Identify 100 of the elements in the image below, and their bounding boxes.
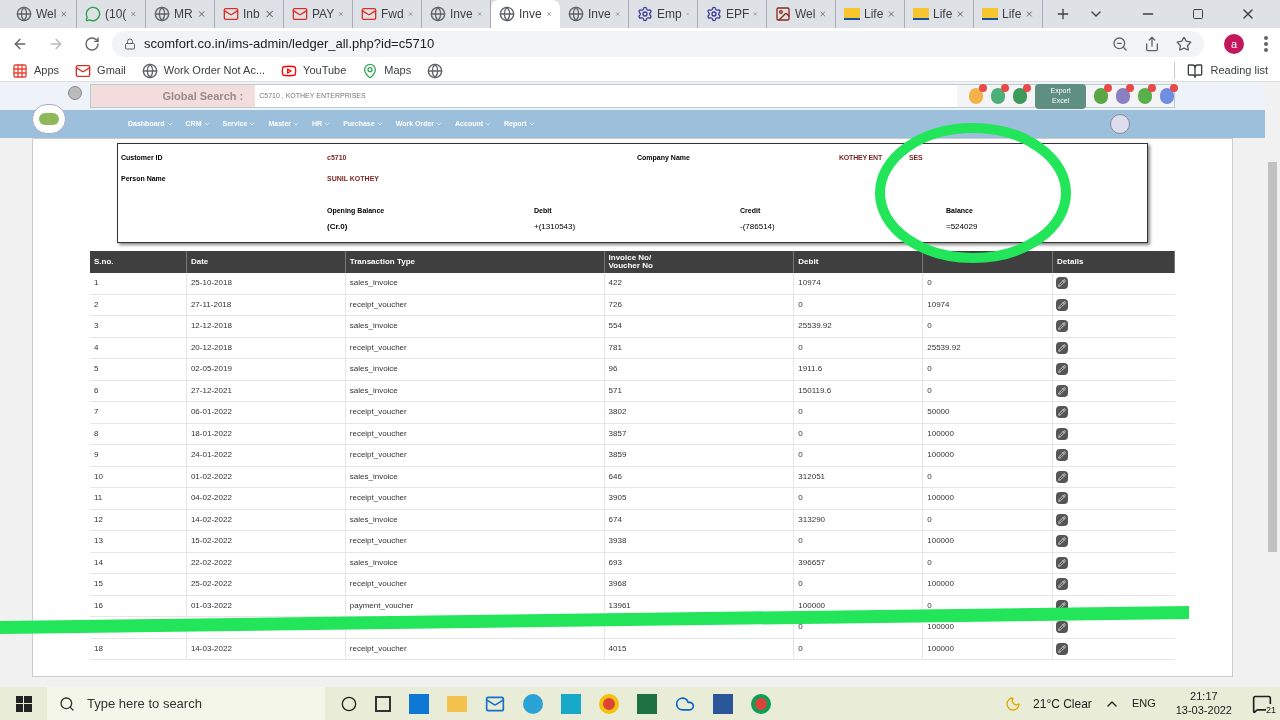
table-cell: 4015 (608, 644, 627, 653)
summary-value: (Cr.0) (327, 221, 349, 233)
table-cell: 554 (608, 322, 622, 331)
table-cell: sales_invoice (349, 558, 398, 567)
table-cell: 13961 (608, 601, 631, 610)
table-cell: 312051 (798, 472, 826, 481)
table-cell: 12-12-2018 (190, 322, 232, 331)
table-cell: 15 (94, 580, 103, 589)
table-cell: 14 (94, 558, 103, 567)
tab-title: Inve (519, 6, 542, 23)
table-cell: receipt_voucher (349, 343, 407, 352)
table-cell: 422 (608, 279, 622, 288)
tab-title: Wel (36, 6, 57, 23)
table-cell: 6 (94, 386, 99, 395)
summary-value: -(786514) (740, 221, 776, 233)
table-cell: 18-01-2022 (190, 429, 232, 438)
tab-title: Inve (588, 6, 611, 23)
table-cell: 1 (94, 279, 99, 288)
table-cell: 18 (94, 644, 103, 653)
table-cell: 9 (94, 451, 99, 460)
bookmark-link[interactable]: Gmail (75, 62, 126, 79)
table-cell: receipt_voucher (349, 300, 407, 309)
table-cell: 11 (94, 494, 103, 503)
table-cell: 10974 (927, 300, 950, 309)
bookmark-link[interactable]: Maps (362, 62, 412, 79)
table-cell: 12 (94, 515, 103, 524)
column-header: S.no. (94, 258, 114, 266)
table-cell: receipt_voucher (349, 408, 407, 417)
table-cell: 50000 (927, 408, 950, 417)
table-cell: sales_invoice (349, 365, 398, 374)
table-cell: 571 (608, 386, 622, 395)
table-cell: 3857 (608, 429, 627, 438)
table-cell: 2 (94, 300, 99, 309)
table-cell: receipt_voucher (349, 494, 407, 503)
table-cell: 100000 (927, 580, 954, 589)
table-cell: 0 (798, 537, 803, 546)
table-cell: 3802 (608, 408, 627, 417)
table-cell: 0 (798, 343, 803, 352)
table-cell: receipt_voucher (349, 644, 407, 653)
taskbar-search-field[interactable]: Type here to search (47, 687, 325, 720)
table-cell: 4 (94, 343, 99, 352)
table-cell: 646 (608, 472, 622, 481)
table-cell: 0 (798, 580, 803, 589)
table-cell: 10974 (798, 279, 821, 288)
table-cell: 0 (798, 300, 803, 309)
table-cell: receipt_voucher (349, 429, 407, 438)
table-cell: sales_invoice (349, 386, 398, 395)
table-cell: sales_invoice (349, 515, 398, 524)
table-cell: 3968 (608, 580, 627, 589)
bookmark-link[interactable]: Apps (12, 62, 60, 79)
table-cell: 16 (94, 601, 103, 610)
table-cell: 5 (94, 365, 99, 374)
address-bar[interactable]: scomfort.co.in/ims-admin/ledger_all.php?id=c5710 (112, 31, 1204, 57)
table-cell: sales_invoice (349, 279, 398, 288)
tab-title: (10( (105, 6, 127, 23)
table-cell: 7 (94, 408, 99, 417)
table-cell: 0 (927, 515, 932, 524)
table-cell: 20-12-2018 (190, 343, 232, 352)
table-cell: 22-02-2022 (190, 558, 232, 567)
table-cell: 06-01-2022 (190, 408, 232, 417)
table-cell: 01-02-2022 (190, 472, 232, 481)
tab-title: EPF (726, 6, 750, 23)
table-cell: 100000 (927, 644, 954, 653)
tab-title: Fwd (381, 6, 404, 23)
table-cell: 3905 (608, 494, 627, 503)
table-cell: 96 (608, 365, 618, 374)
table-cell: 15-02-2022 (190, 537, 232, 546)
table-cell: 313290 (798, 515, 826, 524)
table-cell: 3938 (608, 537, 627, 546)
table-cell: sales_invoice (349, 472, 398, 481)
tab-title: Wel (795, 6, 816, 23)
reading-list-link[interactable]: Reading list (1210, 62, 1268, 79)
table-cell: 0 (927, 365, 932, 374)
table-cell: 0 (927, 386, 932, 395)
table-cell: 100000 (927, 537, 954, 546)
table-cell: 674 (608, 515, 622, 524)
table-cell: 14-03-2022 (190, 644, 232, 653)
language-indicator[interactable]: ENG (1131, 695, 1156, 712)
table-cell: 8 (94, 429, 99, 438)
table-cell: 3 (94, 322, 99, 331)
table-cell: 24-01-2022 (190, 451, 232, 460)
column-header: Debit (798, 258, 819, 266)
bookmark-link[interactable]: Work Order Not Ac... (141, 62, 266, 79)
tab-title: MR (174, 6, 193, 23)
table-cell: 0 (798, 451, 803, 460)
table-cell: 0 (798, 408, 803, 417)
column-header: Date (190, 258, 209, 266)
tab-title: Life (933, 6, 953, 23)
url-text: scomfort.co.in/ims-admin/ledger_all.php?id=c5710 (144, 35, 435, 54)
table-cell: 25-02-2022 (190, 580, 232, 589)
browser-tab[interactable]: Inve (491, 0, 560, 28)
table-cell: 02-05-2019 (190, 365, 232, 374)
clock-date: 13-03-2022 (1175, 703, 1232, 717)
search-placeholder: Type here to search (87, 694, 202, 713)
table-cell: 01-03-2022 (190, 601, 232, 610)
profile-avatar[interactable]: a (1224, 34, 1244, 54)
column-header: Invoice No/ Voucher No (608, 254, 653, 270)
summary-value: =524029 (946, 221, 979, 233)
table-cell: receipt_voucher (349, 537, 407, 546)
bookmark-link[interactable]: YouTube (281, 62, 347, 79)
